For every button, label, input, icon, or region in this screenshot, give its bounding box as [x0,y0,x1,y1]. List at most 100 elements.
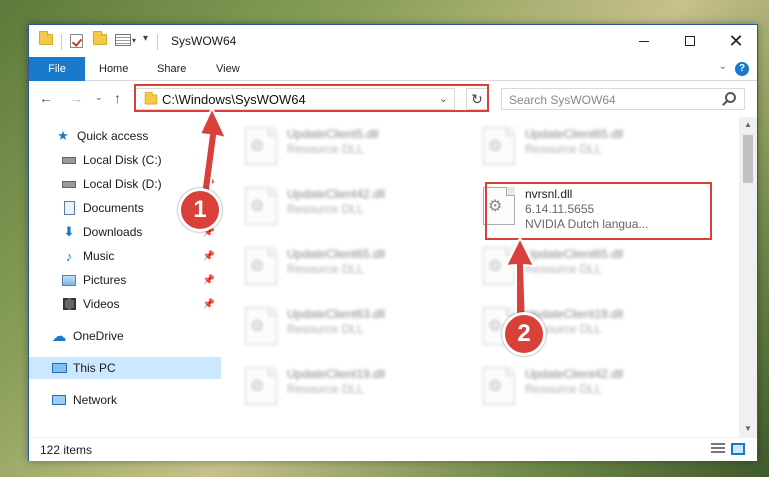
pictures-icon [61,273,77,287]
customize-toolbar-chevron-icon[interactable]: ▾ [143,33,148,44]
tiles-view-icon[interactable] [731,443,745,455]
ribbon-tabs: File Home Share View ⌄ ? [29,57,757,81]
sidebar-item-label: Quick access [77,129,149,143]
music-icon: ♪ [65,248,73,264]
forward-arrow-icon[interactable]: → [69,90,83,106]
file-description: Resource DLL [287,262,364,276]
list-item[interactable]: UpdateClient19.dllResource DLL [235,363,465,415]
sidebar-item-label: Local Disk (C:) [83,153,162,167]
file-highlight [485,182,712,240]
list-item[interactable]: UpdateClient42.dllResource DLL [473,363,703,415]
minimize-button[interactable] [621,25,667,57]
details-view-icon[interactable] [711,443,725,455]
title-bar: ▾ ▾ SysWOW64 ✕ [29,25,757,57]
divider [61,34,62,50]
list-item[interactable]: UpdateClient5.dllResource DLL [235,123,465,175]
sidebar-item-label: Downloads [83,225,143,239]
file-name: UpdateClient42.dll [525,367,624,381]
scrollbar-thumb[interactable] [743,135,753,183]
back-arrow-icon[interactable]: ← [39,90,53,106]
dll-file-icon [245,187,277,225]
new-folder-icon[interactable] [93,31,107,45]
dll-file-icon [245,307,277,345]
dll-file-icon [245,367,277,405]
search-icon[interactable] [725,92,736,103]
file-name: UpdateClient5.dll [287,127,379,141]
network-icon [51,393,67,407]
sidebar-item-pictures[interactable]: Pictures 📌 [29,269,221,291]
file-name: UpdateClient19.dll [287,367,386,381]
search-input[interactable]: Search SysWOW64 [501,88,745,110]
vertical-scrollbar[interactable]: ▲ ▼ [739,117,757,437]
sidebar-item-label: Music [83,249,115,263]
file-description: Resource DLL [525,382,602,396]
list-item[interactable]: UpdateClient65.dllResource DLL [235,243,465,295]
up-arrow-icon[interactable]: ↑ [114,90,121,106]
quick-access-props-icon[interactable]: ▾ [115,34,136,46]
scroll-up-arrow-icon[interactable]: ▲ [739,117,757,133]
computer-icon [51,361,67,375]
address-bar-highlight [134,84,489,112]
list-item[interactable]: UpdateClient42.dllResource DLL [235,183,465,235]
minimize-icon [639,40,649,42]
file-description: Resource DLL [287,202,364,216]
divider [157,34,158,50]
dll-file-icon [483,127,515,165]
expand-ribbon-chevron-icon[interactable]: ⌄ [719,61,727,72]
cloud-icon: ☁ [51,328,67,345]
tab-file[interactable]: File [29,57,85,81]
videos-icon [61,297,77,311]
list-item[interactable]: UpdateClient65.dllResource DLL [473,123,703,175]
file-list: UpdateClient5.dllResource DLL UpdateClie… [221,117,739,437]
sidebar-item-videos[interactable]: Videos 📌 [29,293,221,315]
sidebar-item-network[interactable]: Network [29,389,221,411]
file-name: UpdateClient65.dll [287,247,386,261]
downloads-icon: ⬇ [63,224,75,239]
file-description: Resource DLL [287,382,364,396]
list-item[interactable]: UpdateClient63.dllResource DLL [235,303,465,355]
close-icon: ✕ [728,30,744,51]
item-count: 122 items [40,443,93,457]
drive-icon [61,177,77,191]
file-name: UpdateClient42.dll [287,187,386,201]
step-1-badge: 1 [178,188,222,232]
search-placeholder: Search SysWOW64 [509,93,616,107]
pin-icon[interactable]: 📌 [203,299,215,310]
sidebar-item-label: Local Disk (D:) [83,177,162,191]
sidebar-item-label: OneDrive [73,329,124,343]
sidebar-item-label: Videos [83,297,120,311]
folder-icon [39,31,53,45]
documents-icon [61,201,77,215]
file-description: Resource DLL [525,142,602,156]
file-name: UpdateClient63.dll [287,307,386,321]
maximize-icon [685,36,695,46]
maximize-button[interactable] [667,25,713,57]
sidebar-item-onedrive[interactable]: ☁ OneDrive [29,325,221,347]
tab-view[interactable]: View [206,57,250,81]
close-button[interactable]: ✕ [713,25,759,57]
window-title: SysWOW64 [171,34,237,48]
help-icon[interactable]: ? [735,62,749,76]
pin-icon[interactable]: 📌 [203,251,215,262]
pin-icon[interactable]: 📌 [203,275,215,286]
step-2-badge: 2 [502,312,546,356]
sidebar-item-label: Documents [83,201,144,215]
status-bar: 122 items [29,437,757,461]
scroll-down-arrow-icon[interactable]: ▼ [739,421,757,437]
sidebar-item-label: This PC [73,361,116,375]
dll-file-icon [483,367,515,405]
tab-share[interactable]: Share [147,57,196,81]
dll-file-icon [245,247,277,285]
sidebar-item-label: Network [73,393,118,407]
file-name: UpdateClient65.dll [525,127,624,141]
file-description: Resource DLL [287,142,364,156]
tab-home[interactable]: Home [89,57,138,81]
sidebar-item-this-pc[interactable]: This PC [29,357,221,379]
properties-check-icon[interactable] [70,34,83,48]
recent-locations-chevron-icon[interactable]: ⌄ [95,92,103,103]
sidebar-item-label: Pictures [83,273,127,287]
dll-file-icon [245,127,277,165]
sidebar-item-music[interactable]: ♪ Music 📌 [29,245,221,267]
file-description: Resource DLL [287,322,364,336]
star-icon: ★ [57,128,69,143]
